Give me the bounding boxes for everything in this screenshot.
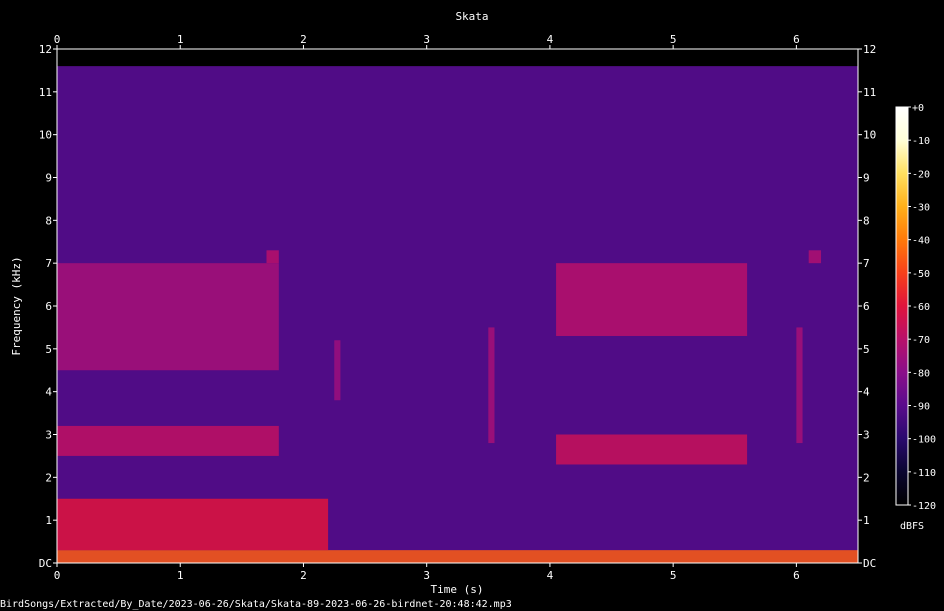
y-tick-label-right: 11 <box>863 86 876 99</box>
colorbar-gradient <box>896 107 908 505</box>
x-tick-label-top: 1 <box>177 33 184 46</box>
spectrogram-figure: Skata 0123456 0123456 DC123456789101112 … <box>0 10 936 610</box>
colorbar-tick-label: -50 <box>912 269 930 280</box>
x-tick-label-top: 5 <box>670 33 677 46</box>
file-path-label: BirdSongs/Extracted/By_Date/2023-06-26/S… <box>0 599 512 610</box>
y-tick-label: 11 <box>39 86 52 99</box>
y-tick-label-right: 1 <box>863 514 870 527</box>
colorbar-tick-label: -100 <box>912 435 936 446</box>
y-tick-label: 10 <box>39 129 52 142</box>
colorbar-tick-label: -40 <box>912 236 930 247</box>
energy-region <box>556 434 748 465</box>
y-tick-label: 5 <box>45 343 52 356</box>
y-tick-label: 9 <box>45 172 52 185</box>
energy-region <box>266 250 279 264</box>
colorbar-tick-label: +0 <box>912 103 924 114</box>
y-tick-label: 6 <box>45 300 52 313</box>
colorbar-tick-label: -20 <box>912 169 930 180</box>
y-tick-label: 12 <box>39 43 52 56</box>
y-axis-left: DC123456789101112 <box>39 43 57 570</box>
y-tick-label: 1 <box>45 514 52 527</box>
energy-region <box>57 550 858 563</box>
colorbar-tick-label: -120 <box>912 501 936 512</box>
energy-region <box>796 327 803 444</box>
x-axis-top: 0 1 2 3 4 5 6 <box>54 33 800 49</box>
colorbar-tick-label: -70 <box>912 335 930 346</box>
energy-region <box>57 263 279 371</box>
y-tick-label: 7 <box>45 257 52 270</box>
x-tick-label: 3 <box>423 569 430 582</box>
y-tick-label: 8 <box>45 214 52 227</box>
x-tick-label: 0 <box>54 569 61 582</box>
colorbar-tick-label: -30 <box>912 203 930 214</box>
energy-region <box>488 327 495 444</box>
y-tick-label: 2 <box>45 471 52 484</box>
x-axis-label: Time (s) <box>431 583 484 596</box>
y-tick-label-right: 7 <box>863 257 870 270</box>
colorbar-tick-label: -80 <box>912 368 930 379</box>
colorbar-tick-label: -90 <box>912 402 930 413</box>
colorbar-tick-label: -60 <box>912 302 930 313</box>
x-tick-label: 4 <box>547 569 554 582</box>
colorbar-unit: dBFS <box>900 521 924 532</box>
colorbar-tick-label: -110 <box>912 468 936 479</box>
chart-title: Skata <box>455 10 488 23</box>
y-axis-right: DC123456789101112 <box>858 43 876 570</box>
colorbar-tick-label: -10 <box>912 136 930 147</box>
x-axis-bottom: 0 1 2 3 4 5 6 <box>54 563 800 582</box>
spectrogram-plot <box>56 48 859 564</box>
x-tick-label-top: 6 <box>793 33 800 46</box>
x-tick-label: 6 <box>793 569 800 582</box>
heatmap-layer <box>57 66 858 563</box>
y-tick-label-right: 3 <box>863 429 870 442</box>
x-tick-label-top: 4 <box>547 33 554 46</box>
x-tick-label-top: 2 <box>300 33 307 46</box>
energy-region <box>808 250 822 264</box>
y-tick-label-right: 12 <box>863 43 876 56</box>
y-tick-label-right: 5 <box>863 343 870 356</box>
energy-region <box>57 425 279 456</box>
y-tick-label-right: 4 <box>863 386 870 399</box>
energy-region <box>556 263 748 336</box>
y-tick-label-right: 9 <box>863 172 870 185</box>
y-axis-label: Frequency (kHz) <box>10 256 23 355</box>
energy-region <box>57 498 329 551</box>
y-tick-label: DC <box>39 557 52 570</box>
y-tick-label: 4 <box>45 386 52 399</box>
x-tick-label-top: 0 <box>54 33 61 46</box>
energy-region <box>334 340 341 401</box>
x-tick-label-top: 3 <box>423 33 430 46</box>
y-tick-label-right: 10 <box>863 129 876 142</box>
x-tick-label: 1 <box>177 569 184 582</box>
y-tick-label-right: 8 <box>863 214 870 227</box>
y-tick-label-right: 6 <box>863 300 870 313</box>
y-tick-label-right: DC <box>863 557 876 570</box>
x-tick-label: 5 <box>670 569 677 582</box>
colorbar: +0 -10 -20 -30 -40 -50 -60 -70 -80 -90 -100 -110 -12… <box>895 103 936 532</box>
colorbar-ticks: +0 -10 -20 -30 -40 -50 -60 -70 -80 -90 -100 -110 -12… <box>908 103 936 512</box>
y-tick-label-right: 2 <box>863 471 870 484</box>
y-tick-label: 3 <box>45 429 52 442</box>
x-tick-label: 2 <box>300 569 307 582</box>
